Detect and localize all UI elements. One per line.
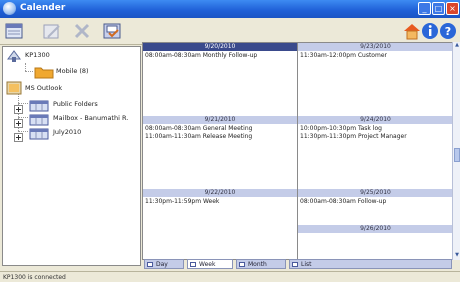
help-icon[interactable]: ? [438,21,458,41]
delete-icon[interactable] [72,21,92,41]
day-header[interactable]: 9/25/2010 [298,189,453,197]
day-cell[interactable]: 9/20/2010 08:00am-08:30am Monthly Follow… [143,43,297,115]
appointment[interactable]: 08:00am-08:30am Follow-up [300,198,386,205]
tab-list[interactable]: List [289,259,452,269]
day-header[interactable]: 9/20/2010 [143,43,297,51]
status-bar: KP1300 is connected [0,271,460,282]
day-cell[interactable]: 9/24/2010 10:00pm-10:30pm Task log 11:30… [298,116,453,188]
tree-item-kp1300[interactable]: KP1300 [25,51,50,59]
title-bar: Calender _ □ × [0,0,460,18]
day-cell[interactable]: 9/26/2010 [298,225,453,259]
tree-item-mailbox[interactable]: Mailbox - Banumathi R. [53,114,128,122]
folder-tree: KP1300 Mobile (8) MS Outlook Public Fold… [2,46,141,266]
view-tabs: Day Week Month List [142,259,460,269]
edit-icon[interactable] [42,21,62,41]
day-header[interactable]: 9/24/2010 [298,116,453,124]
calendar-window: Calender _ □ × ? KP1300 Mobile (8) MS Ou… [0,0,460,282]
close-button[interactable]: × [446,2,459,15]
calendar-icon[interactable] [4,21,24,41]
day-header[interactable]: 9/26/2010 [298,225,453,233]
scroll-down-icon[interactable]: ▼ [453,252,460,259]
home-icon[interactable] [402,21,422,41]
tab-label: List [301,261,312,268]
day-view-icon [147,262,153,267]
folder-icon [34,64,54,83]
month-view-icon [239,262,245,267]
appointment[interactable]: 11:30am-12:00pm Customer [300,52,387,59]
appointment[interactable]: 11:00am-11:30am Release Meeting [145,133,252,140]
phone-icon [6,48,22,67]
tab-month[interactable]: Month [236,259,286,269]
day-cell[interactable]: 9/22/2010 11:30pm-11:59pm Week [143,189,297,259]
day-header[interactable]: 9/23/2010 [298,43,453,51]
day-cell[interactable]: 9/23/2010 11:30am-12:00pm Customer [298,43,453,115]
day-header[interactable]: 9/22/2010 [143,189,297,197]
appointment[interactable]: 08:00am-08:30am Monthly Follow-up [145,52,257,59]
tree-item-ms-outlook[interactable]: MS Outlook [25,84,62,92]
expand-icon[interactable] [14,127,23,146]
list-view-icon [292,262,298,267]
window-title: Calender [20,3,66,13]
scroll-up-icon[interactable]: ▲ [453,42,460,49]
day-cell[interactable]: 9/25/2010 08:00am-08:30am Follow-up [298,189,453,225]
scroll-thumb[interactable] [454,148,460,162]
tab-label: Day [156,261,168,268]
appointment[interactable]: 11:30pm-11:59pm Week [145,198,219,205]
day-cell[interactable]: 9/21/2010 08:00am-08:30am General Meetin… [143,116,297,188]
minimize-button[interactable]: _ [418,2,431,15]
outlook-icon [6,80,22,99]
vertical-scrollbar[interactable]: ▲ ▼ [452,42,460,260]
app-icon [3,2,16,15]
appointment[interactable]: 10:00pm-10:30pm Task log [300,125,382,132]
appointment[interactable]: 11:30pm-11:30pm Project Manager [300,133,407,140]
tab-day[interactable]: Day [144,259,184,269]
calendar-folder-icon [29,125,49,144]
tab-week[interactable]: Week [187,259,233,269]
info-icon[interactable] [420,21,440,41]
week-calendar: 9/20/2010 08:00am-08:30am Monthly Follow… [142,42,454,260]
svg-text:?: ? [445,25,451,38]
save-icon[interactable] [102,21,122,41]
tab-label: Week [199,261,216,268]
day-header[interactable]: 9/21/2010 [143,116,297,124]
tab-label: Month [248,261,267,268]
status-text: KP1300 is connected [3,274,66,281]
tree-item-july2010[interactable]: July2010 [53,128,81,136]
tree-item-mobile[interactable]: Mobile (8) [56,67,89,75]
maximize-button[interactable]: □ [432,2,445,15]
appointment[interactable]: 08:00am-08:30am General Meeting [145,125,252,132]
tree-item-public-folders[interactable]: Public Folders [53,100,98,108]
toolbar: ? [0,18,460,45]
week-view-icon [190,262,196,267]
